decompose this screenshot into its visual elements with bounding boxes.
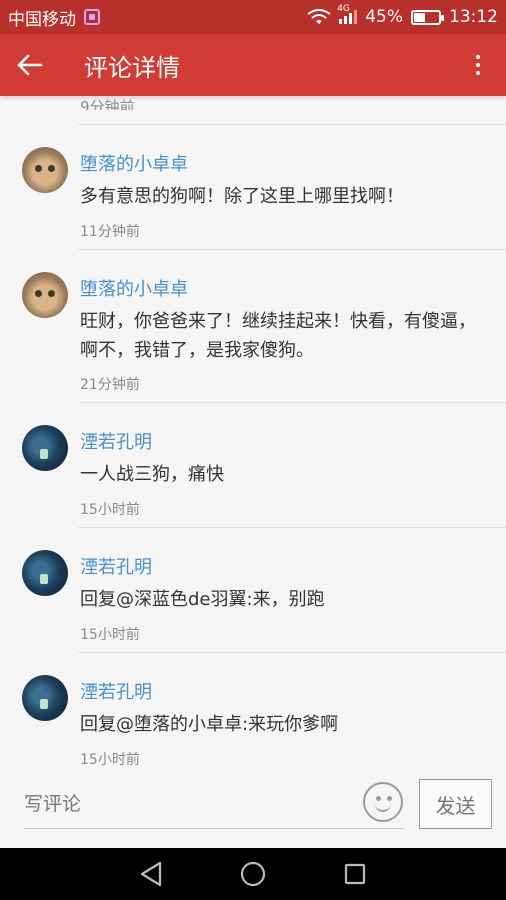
wifi-icon [307, 9, 331, 24]
comment-author[interactable]: 湮若孔明 [80, 678, 152, 704]
more-options-button[interactable] [450, 34, 506, 96]
back-arrow-icon [17, 54, 43, 76]
comment-text: 回复@深蓝色de羽翼:来，别跑 [80, 589, 325, 610]
comment-time: 15小时前 [80, 502, 140, 518]
status-left: 中国移动 [8, 5, 100, 30]
more-vert-icon [476, 55, 480, 75]
nav-back-button[interactable] [126, 848, 176, 900]
page-title: 评论详情 [84, 53, 180, 82]
comment-input[interactable] [24, 782, 362, 826]
comment-text: 一人战三狗，痛快 [80, 464, 224, 485]
nav-home-button[interactable] [228, 848, 278, 900]
comment-time: 15小时前 [80, 752, 140, 768]
emoji-button[interactable] [363, 782, 403, 822]
comment-author[interactable]: 堕落的小卓卓 [80, 150, 188, 176]
comment-list[interactable]: 9分钟前 堕落的小卓卓 多有意思的狗啊！除了这里上哪里找啊！ 11分钟前 堕落的… [0, 96, 506, 768]
battery-icon [411, 9, 444, 25]
comment-time: 11分钟前 [80, 224, 140, 240]
avatar[interactable] [22, 147, 68, 193]
nav-back-icon [140, 861, 162, 887]
avatar[interactable] [22, 425, 68, 471]
avatar[interactable] [22, 272, 68, 318]
nav-home-icon [240, 861, 266, 887]
divider [78, 402, 506, 403]
network-type: 4G [337, 4, 350, 14]
comment-time: 21分钟前 [80, 377, 140, 393]
avatar[interactable] [22, 675, 68, 721]
clock: 13:12 [449, 7, 498, 27]
comment-author[interactable]: 湮若孔明 [80, 553, 152, 579]
comment-text: 多有意思的狗啊！除了这里上哪里找啊！ [80, 186, 404, 207]
back-button[interactable] [0, 34, 58, 96]
avatar[interactable] [22, 550, 68, 596]
system-nav-bar [0, 848, 506, 900]
comment-input-bar: 发送 [0, 768, 506, 848]
divider [78, 652, 506, 653]
sim-icon [84, 9, 100, 25]
divider [78, 249, 506, 250]
divider [78, 124, 506, 125]
comment-time-partial: 9分钟前 [80, 98, 135, 110]
app-root: 中国移动 4G 45% 13:12 评论详情 9分钟前 堕落的小卓卓 多有意思的… [0, 0, 506, 900]
app-bar: 评论详情 [0, 34, 506, 96]
nav-recents-button[interactable] [330, 848, 380, 900]
input-underline [24, 828, 404, 829]
send-button[interactable]: 发送 [419, 779, 492, 829]
nav-recents-icon [344, 863, 366, 885]
comment-text: 回复@堕落的小卓卓:来玩你爹啊 [80, 714, 339, 735]
comment-author[interactable]: 湮若孔明 [80, 428, 152, 454]
comment-author[interactable]: 堕落的小卓卓 [80, 275, 188, 301]
divider [78, 527, 506, 528]
comment-text: 旺财，你爸爸来了！继续挂起来！快看，有傻逼，啊不，我错了，是我家傻狗。 [80, 311, 476, 361]
status-right: 4G 45% 13:12 [307, 4, 498, 27]
battery-percent: 45% [365, 7, 403, 27]
signal-icon: 4G [337, 4, 358, 24]
comment-time: 15小时前 [80, 627, 140, 643]
carrier-label: 中国移动 [8, 9, 76, 30]
status-bar: 中国移动 4G 45% 13:12 [0, 0, 506, 34]
